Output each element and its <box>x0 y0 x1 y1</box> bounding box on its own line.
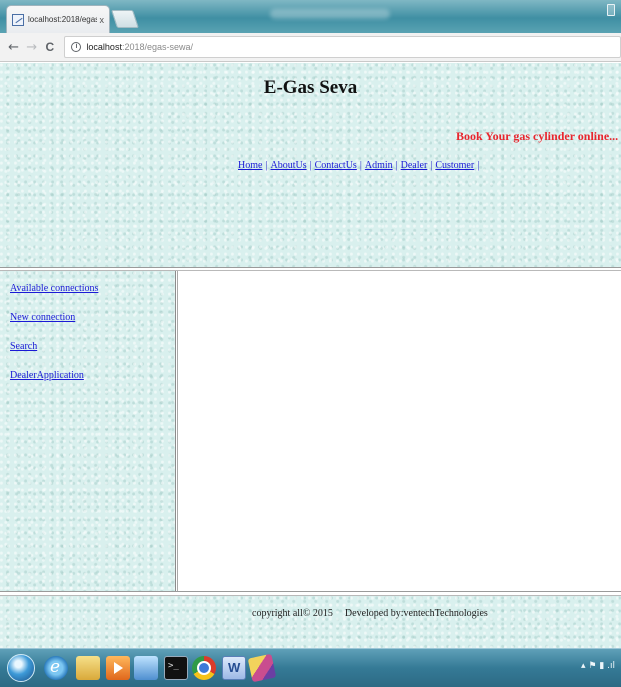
nav-link-dealer[interactable]: Dealer <box>401 160 428 171</box>
sidebar-menu: Available connections New connection Sea… <box>0 271 175 591</box>
sidebar-link-available-connections[interactable]: Available connections <box>10 283 175 294</box>
nav-link-aboutus[interactable]: AboutUs <box>270 160 306 171</box>
reload-button[interactable]: C <box>42 40 57 54</box>
footer-copyright: copyright all© 2015 <box>252 608 333 619</box>
new-tab-button[interactable] <box>111 10 139 28</box>
url-path: :2018/egas-sewa/ <box>121 42 193 52</box>
sidebar-link-search[interactable]: Search <box>10 341 175 352</box>
file-explorer-icon[interactable] <box>76 656 100 680</box>
chrome-icon[interactable] <box>192 656 216 680</box>
top-navigation: Home | AboutUs | ContactUs | Admin | Dealer | Cust… <box>238 160 482 171</box>
footer-developer: Developed by:ventechTechnologies <box>344 608 488 619</box>
site-footer: copyright all© 2015 Developed by:ventechT… <box>0 596 621 648</box>
nav-link-customer[interactable]: Customer <box>435 160 474 171</box>
internet-explorer-icon[interactable] <box>44 656 68 680</box>
paint-icon[interactable] <box>247 653 277 683</box>
nav-separator: | <box>395 160 398 171</box>
forward-button[interactable]: → <box>24 40 39 55</box>
main-content-frame <box>178 271 621 591</box>
address-bar[interactable]: i localhost:2018/egas-sewa/ <box>64 36 621 58</box>
browser-titlebar: localhost:2018/egas-sev x <box>0 0 621 33</box>
site-info-icon[interactable]: i <box>71 42 82 52</box>
url-host: localhost <box>86 42 122 52</box>
nav-link-admin[interactable]: Admin <box>365 160 393 171</box>
window-control-button[interactable] <box>607 4 615 16</box>
browser-tab[interactable]: localhost:2018/egas-sev x <box>6 5 110 33</box>
media-player-icon[interactable] <box>106 656 130 680</box>
windows-taskbar: ▴ ⚑ ▮ .ıl <box>0 648 621 687</box>
nav-separator: | <box>477 160 480 171</box>
system-tray[interactable]: ▴ ⚑ ▮ .ıl <box>581 661 615 671</box>
site-tagline: Book Your gas cylinder online... <box>456 129 619 143</box>
site-title: E-Gas Seva <box>263 77 358 98</box>
tab-close-button[interactable]: x <box>100 15 105 25</box>
nav-separator: | <box>359 160 362 171</box>
nav-separator: | <box>309 160 312 171</box>
nav-separator: | <box>430 160 433 171</box>
site-header: E-Gas Seva Book Your gas cylinder online… <box>0 63 621 267</box>
window-title <box>270 9 390 19</box>
back-button[interactable]: ← <box>6 40 21 55</box>
windows-start-icon[interactable] <box>7 654 35 682</box>
calculator-icon[interactable] <box>134 656 158 680</box>
footer-text: copyright all© 2015 Developed by:ventechT… <box>252 608 488 619</box>
browser-toolbar: ← → C i localhost:2018/egas-sewa/ <box>0 33 621 62</box>
page-favicon-icon <box>12 13 24 26</box>
word-icon[interactable] <box>222 656 246 680</box>
nav-link-home[interactable]: Home <box>238 160 262 171</box>
nav-separator: | <box>265 160 268 171</box>
nav-link-contactus[interactable]: ContactUs <box>315 160 357 171</box>
sidebar-link-dealer-application[interactable]: DealerApplication <box>10 370 175 381</box>
sidebar-link-new-connection[interactable]: New connection <box>10 312 175 323</box>
command-prompt-icon[interactable] <box>164 656 188 680</box>
tab-title: localhost:2018/egas-sev <box>28 15 97 24</box>
